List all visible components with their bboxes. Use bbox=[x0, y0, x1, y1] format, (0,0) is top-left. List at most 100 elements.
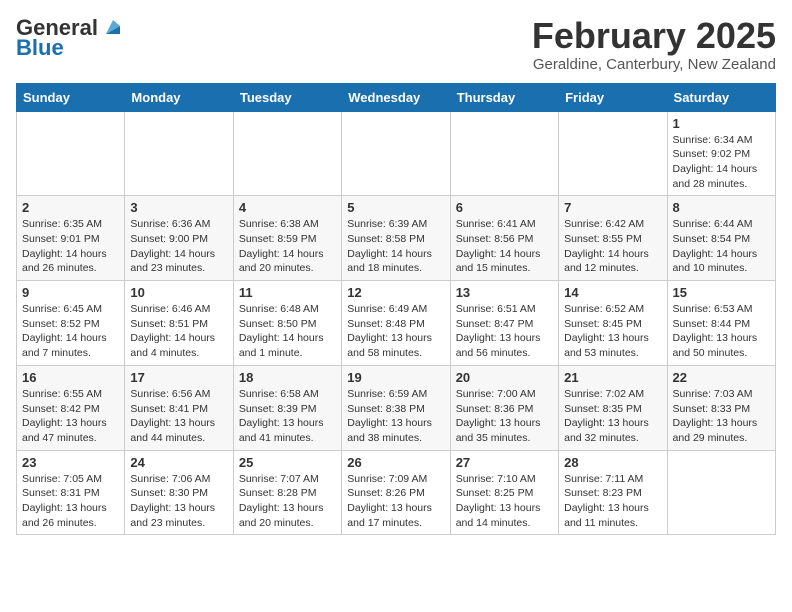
day-info: Sunrise: 6:36 AM Sunset: 9:00 PM Dayligh… bbox=[130, 217, 227, 276]
day-info: Sunrise: 7:00 AM Sunset: 8:36 PM Dayligh… bbox=[456, 387, 553, 446]
calendar-week-row: 16 Sunrise: 6:55 AM Sunset: 8:42 PM Dayli… bbox=[17, 365, 776, 450]
calendar-cell: 10Sunrise: 6:46 AM Sunset: 8:51 PM Dayli… bbox=[125, 281, 233, 366]
day-number: 18 bbox=[239, 370, 336, 385]
day-number: 16 bbox=[22, 370, 119, 385]
calendar-cell: 23 Sunrise: 7:05 AM Sunset: 8:31 PM Dayli… bbox=[17, 450, 125, 535]
day-number: 28 bbox=[564, 455, 661, 470]
day-number: 2 bbox=[22, 200, 119, 215]
calendar-cell: 26 Sunrise: 7:09 AM Sunset: 8:26 PM Dayli… bbox=[342, 450, 450, 535]
day-info: Sunrise: 7:07 AM Sunset: 8:28 PM Dayligh… bbox=[239, 472, 336, 531]
day-info: Sunrise: 6:42 AM Sunset: 8:55 PM Dayligh… bbox=[564, 217, 661, 276]
calendar-cell bbox=[17, 111, 125, 196]
day-number: 20 bbox=[456, 370, 553, 385]
calendar-cell: 19Sunrise: 6:59 AM Sunset: 8:38 PM Dayli… bbox=[342, 365, 450, 450]
calendar-cell bbox=[559, 111, 667, 196]
day-info: Sunrise: 7:02 AM Sunset: 8:35 PM Dayligh… bbox=[564, 387, 661, 446]
day-number: 4 bbox=[239, 200, 336, 215]
calendar-cell: 4 Sunrise: 6:38 AM Sunset: 8:59 PM Daylig… bbox=[233, 196, 341, 281]
calendar-cell bbox=[125, 111, 233, 196]
day-number: 12 bbox=[347, 285, 444, 300]
day-info: Sunrise: 6:41 AM Sunset: 8:56 PM Dayligh… bbox=[456, 217, 553, 276]
day-info: Sunrise: 7:05 AM Sunset: 8:31 PM Dayligh… bbox=[22, 472, 119, 531]
day-info: Sunrise: 6:46 AM Sunset: 8:51 PM Dayligh… bbox=[130, 302, 227, 361]
day-number: 7 bbox=[564, 200, 661, 215]
calendar-cell: 12 Sunrise: 6:49 AM Sunset: 8:48 PM Dayli… bbox=[342, 281, 450, 366]
day-number: 1 bbox=[673, 116, 770, 131]
day-number: 23 bbox=[22, 455, 119, 470]
day-info: Sunrise: 6:53 AM Sunset: 8:44 PM Dayligh… bbox=[673, 302, 770, 361]
day-number: 9 bbox=[22, 285, 119, 300]
calendar-cell: 14 Sunrise: 6:52 AM Sunset: 8:45 PM Dayli… bbox=[559, 281, 667, 366]
day-info: Sunrise: 6:34 AM Sunset: 9:02 PM Dayligh… bbox=[673, 133, 770, 192]
day-header-sunday: Sunday bbox=[17, 83, 125, 111]
day-info: Sunrise: 7:09 AM Sunset: 8:26 PM Dayligh… bbox=[347, 472, 444, 531]
day-info: Sunrise: 6:58 AM Sunset: 8:39 PM Dayligh… bbox=[239, 387, 336, 446]
calendar-cell bbox=[233, 111, 341, 196]
calendar-cell: 2 Sunrise: 6:35 AM Sunset: 9:01 PM Daylig… bbox=[17, 196, 125, 281]
calendar-cell: 21 Sunrise: 7:02 AM Sunset: 8:35 PM Dayli… bbox=[559, 365, 667, 450]
calendar-cell bbox=[342, 111, 450, 196]
day-header-saturday: Saturday bbox=[667, 83, 775, 111]
calendar-table: SundayMondayTuesdayWednesdayThursdayFrid… bbox=[16, 83, 776, 536]
calendar-cell: 25Sunrise: 7:07 AM Sunset: 8:28 PM Dayli… bbox=[233, 450, 341, 535]
day-header-wednesday: Wednesday bbox=[342, 83, 450, 111]
day-info: Sunrise: 6:49 AM Sunset: 8:48 PM Dayligh… bbox=[347, 302, 444, 361]
calendar-cell: 20 Sunrise: 7:00 AM Sunset: 8:36 PM Dayli… bbox=[450, 365, 558, 450]
day-info: Sunrise: 6:45 AM Sunset: 8:52 PM Dayligh… bbox=[22, 302, 119, 361]
day-info: Sunrise: 6:55 AM Sunset: 8:42 PM Dayligh… bbox=[22, 387, 119, 446]
logo-blue: Blue bbox=[16, 36, 64, 60]
calendar-cell: 18 Sunrise: 6:58 AM Sunset: 8:39 PM Dayli… bbox=[233, 365, 341, 450]
day-info: Sunrise: 6:59 AM Sunset: 8:38 PM Dayligh… bbox=[347, 387, 444, 446]
day-info: Sunrise: 6:38 AM Sunset: 8:59 PM Dayligh… bbox=[239, 217, 336, 276]
day-number: 3 bbox=[130, 200, 227, 215]
calendar-cell: 15 Sunrise: 6:53 AM Sunset: 8:44 PM Dayli… bbox=[667, 281, 775, 366]
calendar-week-row: 23 Sunrise: 7:05 AM Sunset: 8:31 PM Dayli… bbox=[17, 450, 776, 535]
day-header-thursday: Thursday bbox=[450, 83, 558, 111]
day-number: 24 bbox=[130, 455, 227, 470]
calendar-cell bbox=[450, 111, 558, 196]
day-number: 26 bbox=[347, 455, 444, 470]
day-info: Sunrise: 7:10 AM Sunset: 8:25 PM Dayligh… bbox=[456, 472, 553, 531]
day-number: 27 bbox=[456, 455, 553, 470]
day-number: 5 bbox=[347, 200, 444, 215]
calendar-cell: 1 Sunrise: 6:34 AM Sunset: 9:02 PM Daylig… bbox=[667, 111, 775, 196]
calendar-cell: 3 Sunrise: 6:36 AM Sunset: 9:00 PM Daylig… bbox=[125, 196, 233, 281]
day-number: 17 bbox=[130, 370, 227, 385]
calendar-cell: 7 Sunrise: 6:42 AM Sunset: 8:55 PM Daylig… bbox=[559, 196, 667, 281]
day-info: Sunrise: 6:44 AM Sunset: 8:54 PM Dayligh… bbox=[673, 217, 770, 276]
page-header: General Blue February 2025 Geraldine, Ca… bbox=[16, 16, 776, 73]
calendar-cell: 17 Sunrise: 6:56 AM Sunset: 8:41 PM Dayli… bbox=[125, 365, 233, 450]
location: Geraldine, Canterbury, New Zealand bbox=[532, 56, 776, 73]
day-number: 15 bbox=[673, 285, 770, 300]
calendar-cell: 28 Sunrise: 7:11 AM Sunset: 8:23 PM Dayli… bbox=[559, 450, 667, 535]
day-info: Sunrise: 6:35 AM Sunset: 9:01 PM Dayligh… bbox=[22, 217, 119, 276]
day-number: 8 bbox=[673, 200, 770, 215]
day-number: 21 bbox=[564, 370, 661, 385]
calendar-cell: 27 Sunrise: 7:10 AM Sunset: 8:25 PM Dayli… bbox=[450, 450, 558, 535]
day-number: 11 bbox=[239, 285, 336, 300]
day-info: Sunrise: 7:11 AM Sunset: 8:23 PM Dayligh… bbox=[564, 472, 661, 531]
day-info: Sunrise: 7:03 AM Sunset: 8:33 PM Dayligh… bbox=[673, 387, 770, 446]
calendar-week-row: 1 Sunrise: 6:34 AM Sunset: 9:02 PM Daylig… bbox=[17, 111, 776, 196]
day-number: 13 bbox=[456, 285, 553, 300]
calendar-cell: 16 Sunrise: 6:55 AM Sunset: 8:42 PM Dayli… bbox=[17, 365, 125, 450]
calendar-cell bbox=[667, 450, 775, 535]
day-header-monday: Monday bbox=[125, 83, 233, 111]
day-info: Sunrise: 6:52 AM Sunset: 8:45 PM Dayligh… bbox=[564, 302, 661, 361]
calendar-cell: 22 Sunrise: 7:03 AM Sunset: 8:33 PM Dayli… bbox=[667, 365, 775, 450]
day-info: Sunrise: 6:51 AM Sunset: 8:47 PM Dayligh… bbox=[456, 302, 553, 361]
day-header-tuesday: Tuesday bbox=[233, 83, 341, 111]
month-title: February 2025 bbox=[532, 16, 776, 56]
calendar-cell: 24Sunrise: 7:06 AM Sunset: 8:30 PM Dayli… bbox=[125, 450, 233, 535]
day-info: Sunrise: 6:48 AM Sunset: 8:50 PM Dayligh… bbox=[239, 302, 336, 361]
day-number: 22 bbox=[673, 370, 770, 385]
day-info: Sunrise: 6:56 AM Sunset: 8:41 PM Dayligh… bbox=[130, 387, 227, 446]
calendar-week-row: 9 Sunrise: 6:45 AM Sunset: 8:52 PM Daylig… bbox=[17, 281, 776, 366]
calendar-cell: 9 Sunrise: 6:45 AM Sunset: 8:52 PM Daylig… bbox=[17, 281, 125, 366]
logo: General Blue bbox=[16, 16, 124, 60]
calendar-week-row: 2 Sunrise: 6:35 AM Sunset: 9:01 PM Daylig… bbox=[17, 196, 776, 281]
day-number: 14 bbox=[564, 285, 661, 300]
logo-icon bbox=[102, 16, 124, 38]
day-number: 6 bbox=[456, 200, 553, 215]
title-block: February 2025 Geraldine, Canterbury, New… bbox=[532, 16, 776, 73]
